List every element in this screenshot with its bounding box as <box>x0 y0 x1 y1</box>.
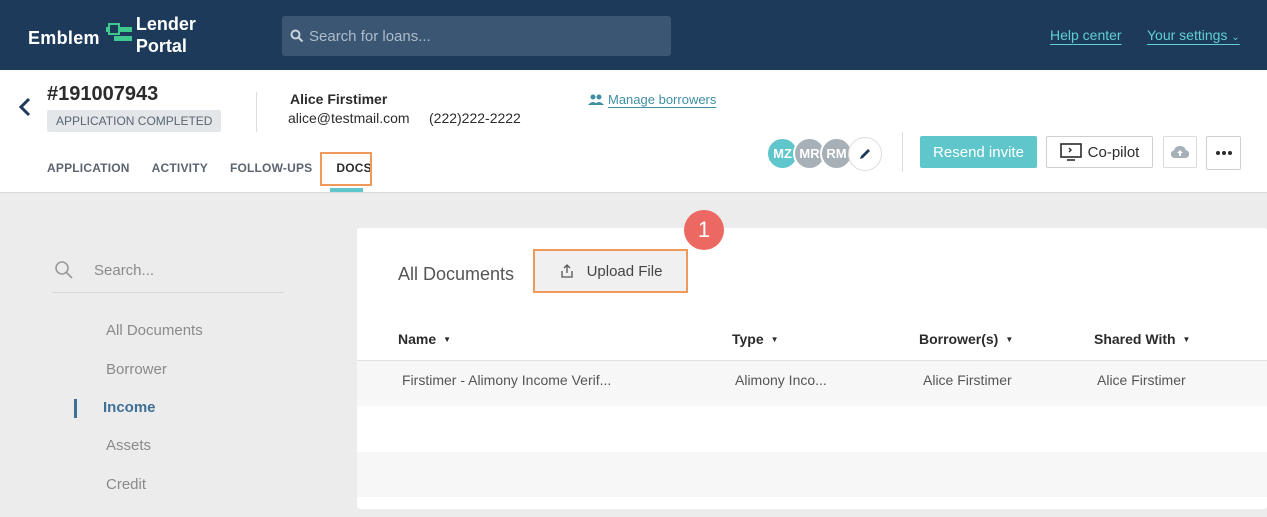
upload-file-button[interactable]: Upload File <box>533 249 688 293</box>
tab-follow-ups[interactable]: FOLLOW-UPS <box>230 161 312 175</box>
more-options-button[interactable] <box>1206 136 1241 170</box>
column-label: Type <box>732 331 764 347</box>
your-settings-label: Your settings <box>1147 27 1228 43</box>
monitor-icon <box>1059 143 1082 161</box>
loan-id: #191007943 <box>47 83 159 105</box>
active-category-indicator <box>74 399 77 418</box>
back-arrow-icon[interactable] <box>16 96 34 118</box>
sidebar-item-credit[interactable]: Credit <box>106 476 146 493</box>
empty-row <box>357 452 1267 497</box>
cloud-upload-button[interactable] <box>1163 136 1197 168</box>
sort-caret-icon: ▼ <box>443 334 452 344</box>
borrower-email: alice@testmail.com <box>288 110 410 126</box>
sort-caret-icon: ▼ <box>770 334 779 344</box>
copilot-label: Co-pilot <box>1087 143 1140 161</box>
doc-search <box>52 248 284 293</box>
borrower-phone: (222)222-2222 <box>429 110 521 126</box>
cloud-upload-icon <box>1171 146 1189 158</box>
sidebar-item-income[interactable]: Income <box>103 399 156 416</box>
manage-borrowers-link[interactable]: Manage borrowers <box>588 92 716 107</box>
column-header-shared-with[interactable]: Shared With ▼ <box>1094 331 1190 347</box>
brand-line-1: Lender <box>135 14 196 34</box>
search-icon <box>290 29 304 43</box>
column-header-borrowers[interactable]: Borrower(s) ▼ <box>919 331 1013 347</box>
brand-logo[interactable]: Emblem Lender Portal <box>28 13 196 57</box>
column-header-type[interactable]: Type ▼ <box>732 331 779 347</box>
status-badge: APPLICATION COMPLETED <box>47 110 222 132</box>
manage-borrowers-label: Manage borrowers <box>608 92 717 107</box>
brand-name: Emblem <box>28 27 100 48</box>
tab-application[interactable]: APPLICATION <box>47 161 130 175</box>
cell-shared-with: Alice Firstimer <box>1097 372 1186 388</box>
your-settings-link[interactable]: Your settings ⌄ <box>1147 27 1240 43</box>
column-header-name[interactable]: Name ▼ <box>398 331 451 347</box>
column-label: Name <box>398 331 437 347</box>
docs-tab-highlight <box>320 152 372 186</box>
sort-caret-icon: ▼ <box>1182 334 1191 344</box>
column-label: Shared With <box>1094 331 1176 347</box>
borrower-name: Alice Firstimer <box>290 91 388 107</box>
step-number-badge: 1 <box>684 210 724 250</box>
resend-invite-button[interactable]: Resend invite <box>920 136 1037 168</box>
sidebar-item-assets[interactable]: Assets <box>106 437 151 454</box>
brand-mark-icon <box>105 23 134 47</box>
divider <box>256 92 257 132</box>
top-bar: Emblem Lender Portal Help center Your se… <box>0 0 1267 70</box>
chevron-down-icon: ⌄ <box>1231 32 1240 43</box>
brand-line-2: Portal <box>135 36 187 56</box>
documents-panel: All Documents Upload File Name ▼ Type ▼ Bo… <box>357 228 1267 509</box>
sidebar-item-borrower[interactable]: Borrower <box>106 361 167 378</box>
cell-name[interactable]: Firstimer - Alimony Income Verif... <box>402 372 611 388</box>
edit-team-button[interactable] <box>848 137 882 171</box>
column-label: Borrower(s) <box>919 331 999 347</box>
loan-header: #191007943 APPLICATION COMPLETED Alice F… <box>0 70 1267 193</box>
divider <box>902 132 903 172</box>
sort-caret-icon: ▼ <box>1005 334 1014 344</box>
help-center-link[interactable]: Help center <box>1050 27 1122 43</box>
loan-search-input[interactable] <box>309 27 649 45</box>
doc-search-input[interactable] <box>94 261 274 279</box>
tab-activity[interactable]: ACTIVITY <box>152 161 208 175</box>
loan-search <box>282 16 671 56</box>
cell-borrowers: Alice Firstimer <box>923 372 1012 388</box>
upload-icon <box>560 264 573 278</box>
more-dots-icon <box>1215 151 1232 155</box>
cell-type: Alimony Inco... <box>735 372 827 388</box>
active-tab-indicator <box>330 188 363 192</box>
page-title: All Documents <box>398 264 515 284</box>
sidebar-item-all-documents[interactable]: All Documents <box>106 322 203 339</box>
copilot-button[interactable]: Co-pilot <box>1046 136 1153 168</box>
upload-file-label: Upload File <box>586 262 663 280</box>
search-icon <box>55 261 73 279</box>
pencil-icon <box>860 149 870 159</box>
people-icon <box>588 94 604 105</box>
